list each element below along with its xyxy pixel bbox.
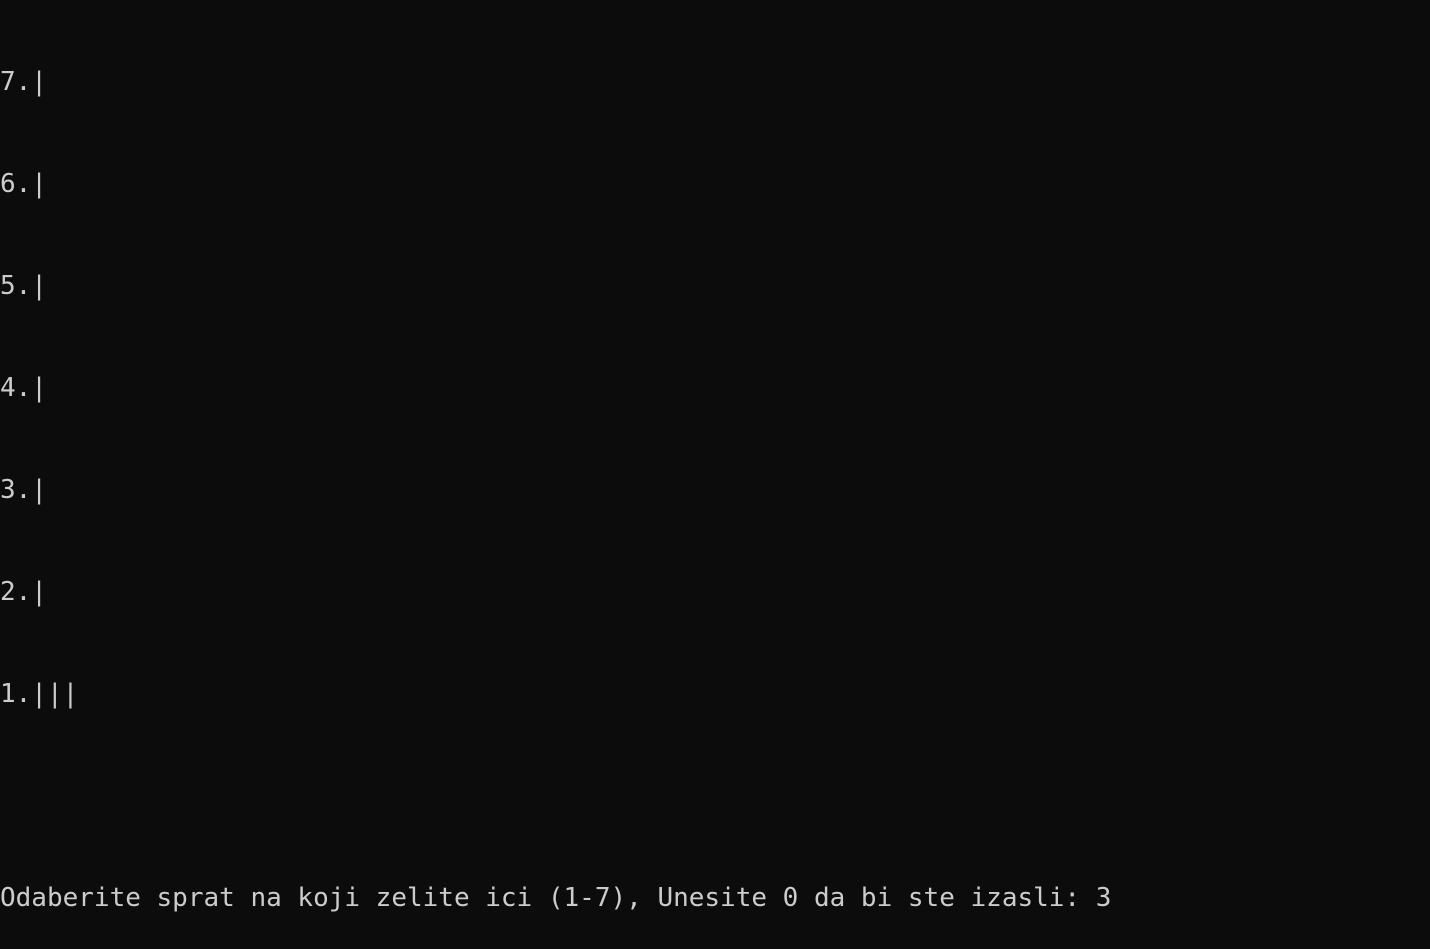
floor-1-line: 1.||| xyxy=(0,679,79,709)
floor-2-line: 2.| xyxy=(0,577,47,607)
floor-6-line: 6.| xyxy=(0,169,47,199)
floor-4-line: 4.| xyxy=(0,373,47,403)
floor-7-line: 7.| xyxy=(0,67,47,97)
prompt-line[interactable]: Odaberite sprat na koji zelite ici (1-7)… xyxy=(0,881,1430,915)
floor-5-line: 5.| xyxy=(0,271,47,301)
floor-3-line: 3.| xyxy=(0,475,47,505)
console-window[interactable]: 7.| 6.| 5.| 4.| 3.| 2.| 1.||| Odaberite … xyxy=(0,0,1430,913)
